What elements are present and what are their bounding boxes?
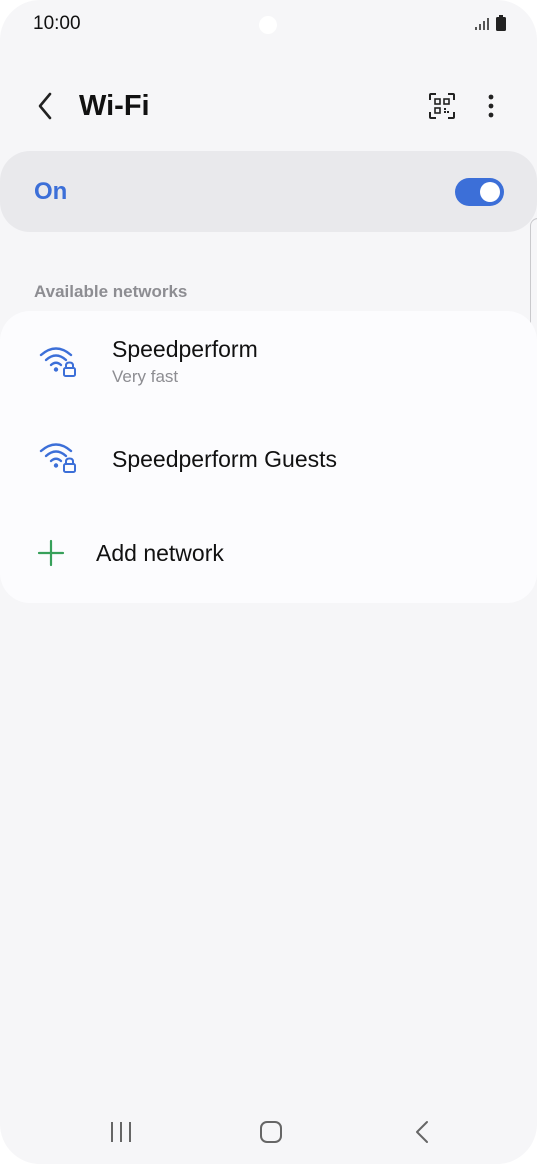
- network-list: Speedperform Very fast Speedperform Gues…: [0, 311, 537, 603]
- network-speed: Very fast: [112, 367, 179, 386]
- recent-apps-icon: [111, 1122, 131, 1142]
- phone-screen: 10:00 Wi-Fi On Available networks Speedp…: [0, 0, 537, 1164]
- home-icon: [260, 1121, 282, 1143]
- wifi-locked-icon: [38, 439, 80, 475]
- add-network-button[interactable]: Add network: [0, 525, 537, 581]
- more-vertical-icon: [488, 94, 494, 118]
- battery-icon: [496, 15, 506, 36]
- add-network-label: Add network: [96, 540, 224, 566]
- status-icons: [475, 15, 506, 36]
- app-header: Wi-Fi: [0, 70, 537, 142]
- switch-knob: [480, 182, 500, 202]
- network-name: Speedperform Guests: [112, 446, 338, 472]
- status-time: 10:00: [33, 13, 81, 34]
- status-bar: 10:00: [0, 0, 537, 50]
- home-button[interactable]: [247, 1114, 295, 1150]
- qr-code-scan-icon: [429, 93, 455, 119]
- more-options-button[interactable]: [476, 88, 506, 124]
- network-name: Speedperform: [112, 336, 258, 362]
- signal-icon: [475, 17, 491, 36]
- plus-icon: [37, 539, 65, 567]
- qr-scan-button[interactable]: [424, 88, 460, 124]
- wifi-locked-icon: [38, 343, 80, 379]
- wifi-master-toggle[interactable]: On: [0, 151, 537, 232]
- network-item-speedperform[interactable]: Speedperform Very fast: [0, 325, 537, 405]
- network-item-speedperform-guests[interactable]: Speedperform Guests: [0, 419, 537, 499]
- front-camera: [259, 16, 277, 34]
- wifi-toggle-label: On: [34, 178, 68, 205]
- chevron-left-icon: [38, 92, 52, 120]
- system-nav-bar: [0, 1100, 537, 1164]
- back-button[interactable]: [28, 88, 62, 124]
- page-title: Wi-Fi: [79, 90, 150, 122]
- recent-apps-button[interactable]: [97, 1114, 145, 1150]
- section-label-available-networks: Available networks: [34, 282, 188, 301]
- wifi-switch[interactable]: [455, 178, 504, 206]
- back-icon: [416, 1121, 428, 1143]
- nav-back-button[interactable]: [398, 1114, 446, 1150]
